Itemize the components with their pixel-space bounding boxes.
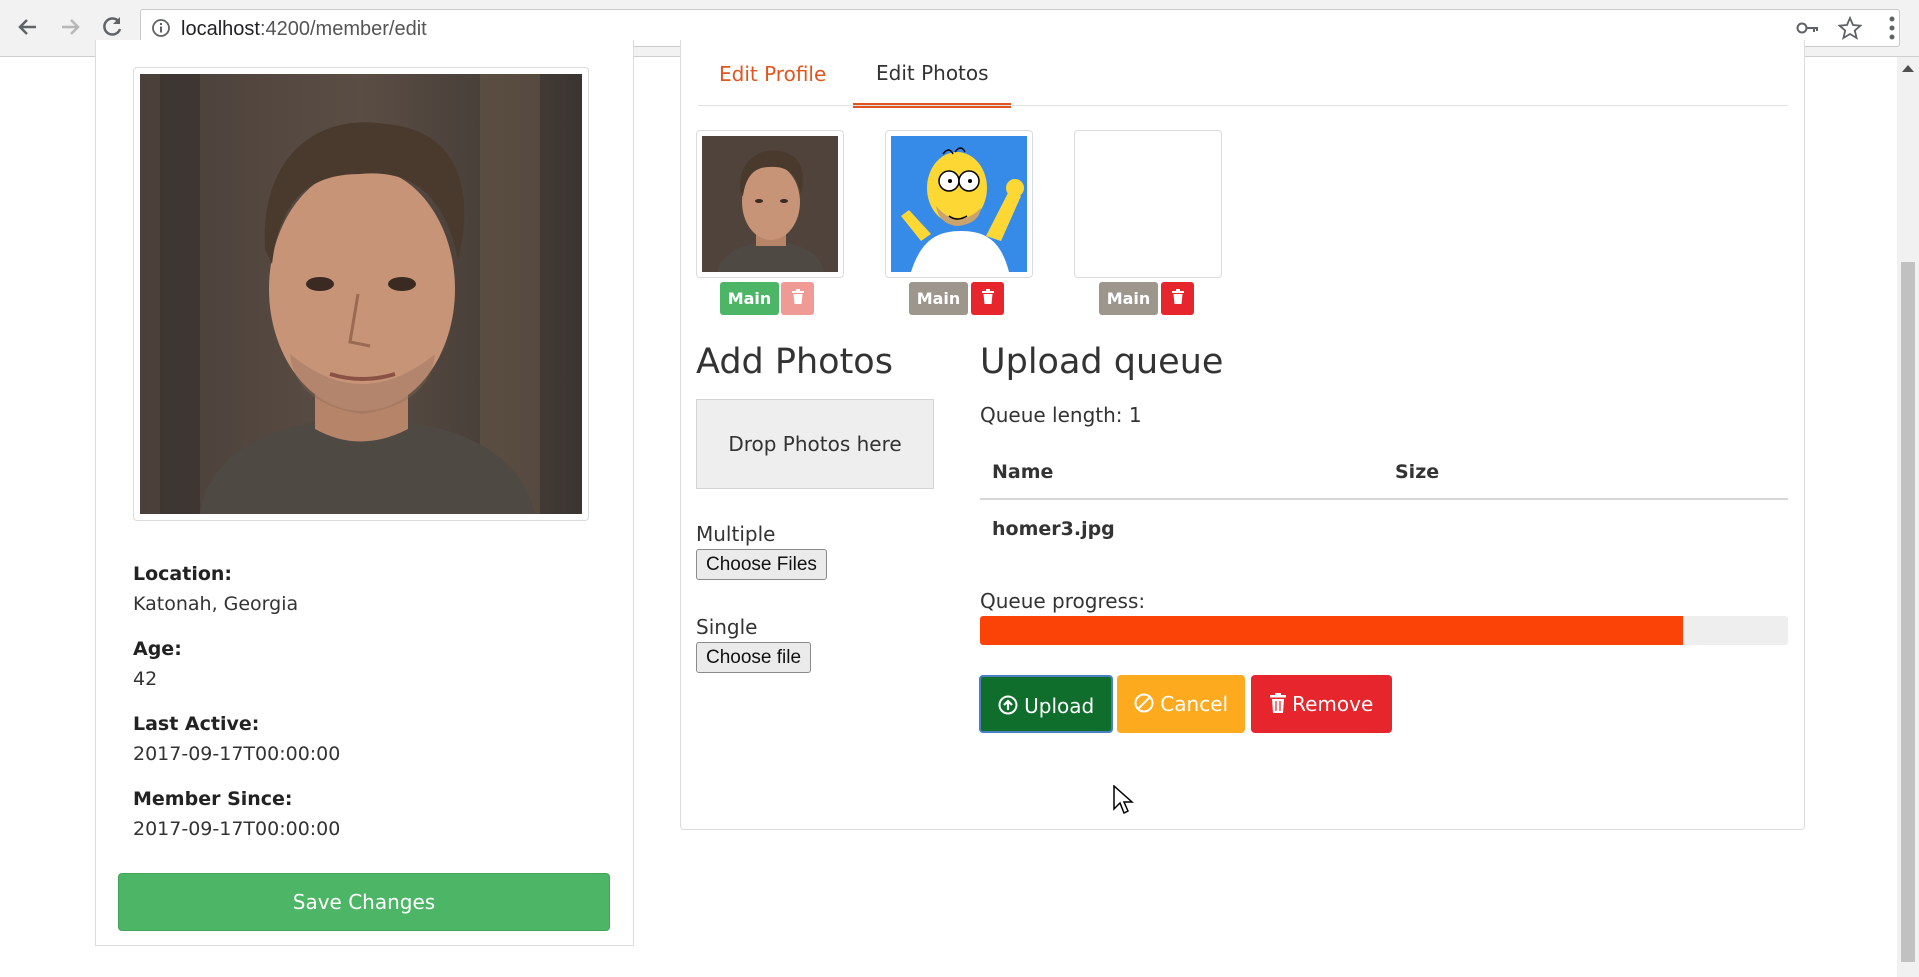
scroll-up-arrow-icon[interactable] <box>1902 65 1914 72</box>
reload-icon[interactable] <box>98 13 126 41</box>
url-path: :4200/member/edit <box>259 18 427 40</box>
trash-icon <box>1269 677 1286 735</box>
save-changes-button[interactable]: Save Changes <box>118 873 610 931</box>
menu-icon[interactable] <box>1888 15 1896 45</box>
member-since-label: Member Since: <box>133 788 293 810</box>
choose-file-button[interactable]: Choose file <box>696 642 812 673</box>
queue-progress-label: Queue progress: <box>980 589 1146 613</box>
mouse-cursor-icon <box>1113 784 1135 819</box>
column-header-size: Size <box>1395 461 1440 483</box>
delete-photo-button[interactable] <box>971 282 1004 315</box>
key-icon[interactable] <box>1796 18 1820 42</box>
back-arrow-icon[interactable] <box>14 13 42 41</box>
location-label: Location: <box>133 563 233 585</box>
last-active-label: Last Active: <box>133 713 260 735</box>
table-header-divider <box>980 498 1788 500</box>
upload-circle-icon <box>998 679 1018 737</box>
queue-length: Queue length: 1 <box>980 403 1142 427</box>
url-host: localhost <box>181 18 260 40</box>
queue-progress-fill <box>980 616 1683 645</box>
cancel-button[interactable]: Cancel <box>1117 675 1245 733</box>
upload-button[interactable]: Upload <box>979 675 1113 733</box>
delete-photo-button[interactable] <box>781 282 814 315</box>
upload-queue-heading: Upload queue <box>980 342 1224 382</box>
url-text: localhost:4200/member/edit <box>181 18 427 41</box>
scroll-thumb[interactable] <box>1901 262 1915 962</box>
delete-photo-button[interactable] <box>1161 282 1194 315</box>
ban-icon <box>1134 677 1154 735</box>
queue-progress-bar <box>980 616 1788 645</box>
forward-arrow-icon[interactable] <box>56 13 84 41</box>
tab-edit-photos[interactable]: Edit Photos <box>876 61 989 85</box>
remove-button[interactable]: Remove <box>1251 675 1392 733</box>
photo-thumbnail <box>696 130 844 278</box>
remove-button-label: Remove <box>1292 692 1374 716</box>
age-label: Age: <box>133 638 182 660</box>
choose-files-button[interactable]: Choose Files <box>696 549 827 580</box>
homer-simpson-image <box>891 136 1027 272</box>
upload-button-label: Upload <box>1024 694 1095 718</box>
page-scrollbar[interactable] <box>1897 57 1919 977</box>
man-portrait-thumbnail <box>702 136 838 272</box>
age-value: 42 <box>133 668 158 690</box>
column-header-name: Name <box>992 461 1054 483</box>
trash-icon <box>791 289 804 308</box>
tab-divider <box>698 105 1788 106</box>
set-main-button[interactable]: Main <box>720 282 779 315</box>
location-value: Katonah, Georgia <box>133 593 299 615</box>
main-photo <box>133 67 589 521</box>
multiple-label: Multiple <box>696 522 776 546</box>
photo-thumbnail-empty <box>1074 130 1222 278</box>
trash-icon <box>981 289 994 308</box>
man-portrait-image <box>140 74 582 514</box>
info-icon[interactable] <box>151 18 171 42</box>
photo-thumbnail <box>885 130 1033 278</box>
star-icon[interactable] <box>1837 15 1863 44</box>
single-label: Single <box>696 615 758 639</box>
queue-item-name: homer3.jpg <box>992 518 1115 540</box>
photo-drop-zone[interactable]: Drop Photos here <box>696 399 934 489</box>
trash-icon <box>1171 289 1184 308</box>
add-photos-heading: Add Photos <box>696 342 893 382</box>
set-main-button[interactable]: Main <box>1099 282 1158 315</box>
set-main-button[interactable]: Main <box>909 282 968 315</box>
tab-edit-profile[interactable]: Edit Profile <box>719 62 826 86</box>
member-since-value: 2017-09-17T00:00:00 <box>133 818 341 840</box>
last-active-value: 2017-09-17T00:00:00 <box>133 743 341 765</box>
cancel-button-label: Cancel <box>1160 692 1229 716</box>
